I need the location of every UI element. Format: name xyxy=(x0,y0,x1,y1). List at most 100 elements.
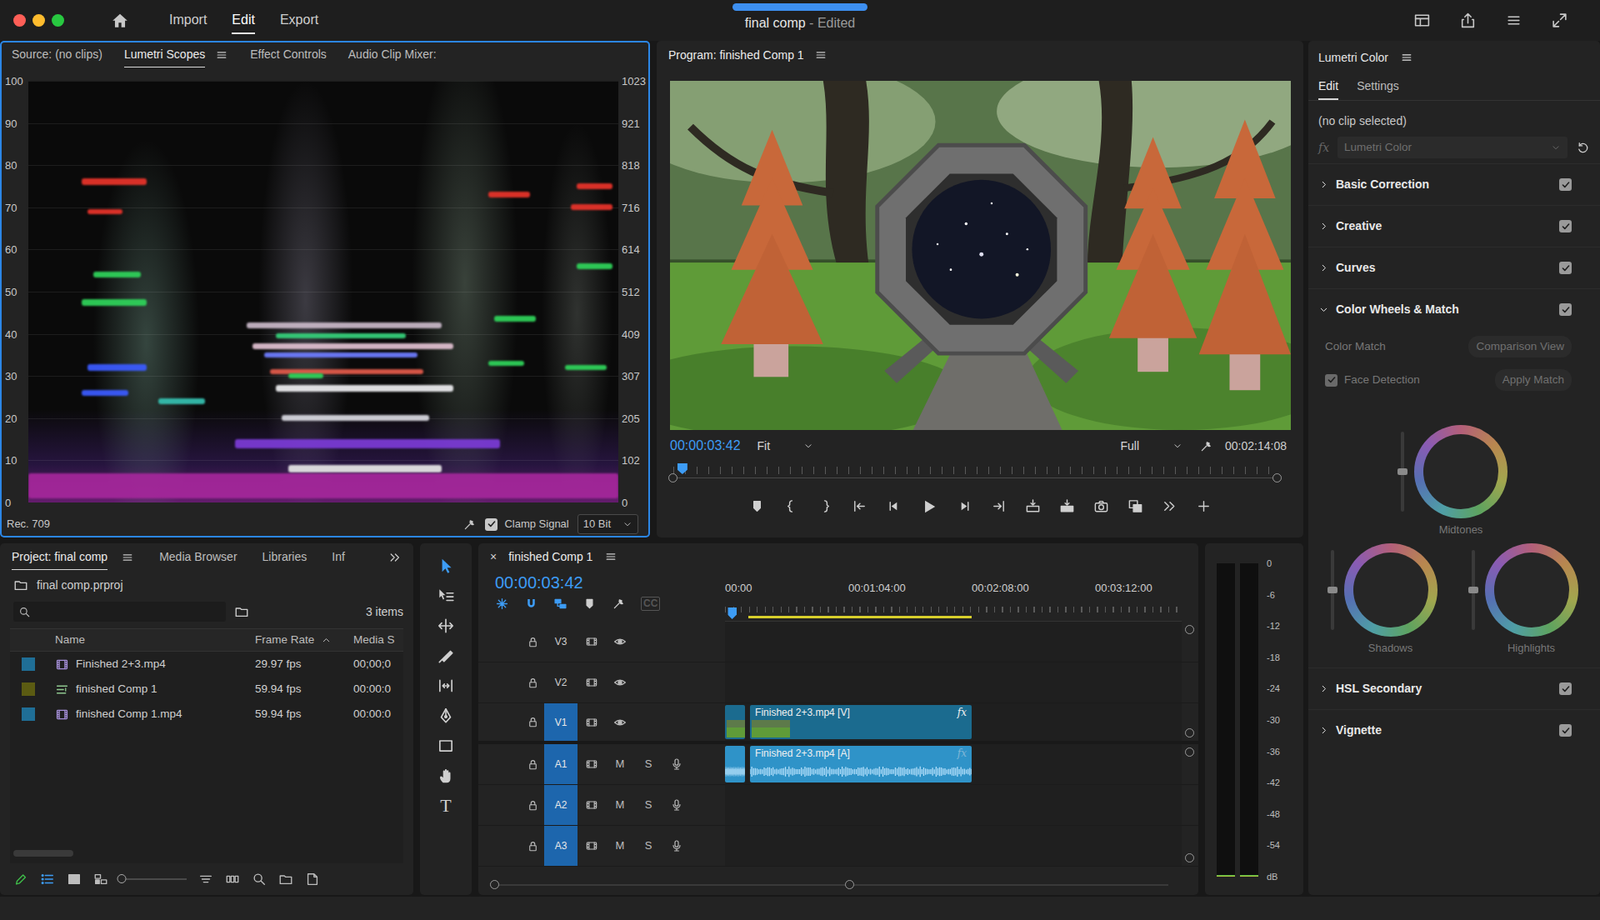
project-item-row[interactable]: finished Comp 159.94 fps00:00:0 xyxy=(10,676,404,702)
panel-layout-icon[interactable] xyxy=(1413,11,1431,30)
lumetri-section-header[interactable]: Color Wheels & Match xyxy=(1308,288,1600,330)
new-item-icon[interactable] xyxy=(305,871,320,887)
hand-tool-icon[interactable] xyxy=(436,766,455,785)
add-marker-icon[interactable] xyxy=(749,498,765,515)
lumetri-section-header[interactable]: Curves xyxy=(1308,246,1600,289)
track-target[interactable]: V1 xyxy=(544,703,578,741)
color-wheel[interactable] xyxy=(1485,543,1579,637)
timeline-timecode[interactable]: 00:00:03:42 xyxy=(478,570,725,592)
scroll-handle[interactable] xyxy=(1185,625,1195,635)
track-target[interactable]: A1 xyxy=(544,744,578,785)
nest-toggle[interactable] xyxy=(495,596,510,611)
zoom-handle[interactable] xyxy=(668,473,678,483)
panel-menu-icon[interactable] xyxy=(604,550,618,564)
lock-icon[interactable] xyxy=(526,840,540,853)
export-frame-icon[interactable] xyxy=(1093,498,1110,515)
magnet-icon[interactable] xyxy=(524,596,539,611)
sync-lock-icon[interactable] xyxy=(585,757,599,771)
chevron-right-icon[interactable] xyxy=(1318,262,1330,274)
playhead-timecode[interactable]: 00:00:03:42 xyxy=(670,435,741,456)
workspace-tab[interactable]: Import xyxy=(169,7,207,35)
ripple-tool-icon[interactable] xyxy=(436,616,455,635)
section-enable-checkbox[interactable] xyxy=(1559,178,1572,191)
clamp-signal-checkbox[interactable]: Clamp Signal xyxy=(485,515,569,533)
freeform-view-icon[interactable] xyxy=(93,871,109,887)
wheel-slider-track[interactable] xyxy=(1330,550,1335,630)
home-icon[interactable] xyxy=(110,11,130,30)
scroll-handle[interactable] xyxy=(1185,728,1195,738)
track-target[interactable]: A3 xyxy=(544,825,578,866)
bit-depth-dropdown[interactable]: 10 Bit xyxy=(577,514,639,535)
track-select-tool[interactable] xyxy=(436,586,455,605)
voiceover-cell[interactable] xyxy=(662,839,691,853)
play-icon[interactable] xyxy=(920,497,939,516)
track-target[interactable]: A2 xyxy=(544,785,578,825)
automate-to-sequence-icon[interactable] xyxy=(225,871,240,887)
chevron-down-icon[interactable] xyxy=(1318,304,1330,315)
slider-thumb[interactable] xyxy=(117,874,127,884)
project-item-row[interactable]: Finished 2+3.mp429.97 fps00;00;0 xyxy=(10,651,404,677)
workspace-tab[interactable]: Edit xyxy=(231,7,255,35)
section-enable-checkbox[interactable] xyxy=(1559,303,1572,316)
chevron-right-icon[interactable] xyxy=(1318,725,1330,736)
rectangle-tool-icon[interactable] xyxy=(436,736,455,755)
sync-lock-cell[interactable] xyxy=(577,839,606,853)
new-bin-icon[interactable] xyxy=(278,871,294,887)
eye-icon[interactable] xyxy=(613,675,627,690)
audio-clip[interactable] xyxy=(725,745,745,783)
extract-icon[interactable] xyxy=(1059,498,1075,515)
step-forward-icon[interactable] xyxy=(956,498,973,515)
captions-button[interactable]: CC xyxy=(640,596,660,610)
lock-icon[interactable] xyxy=(526,758,540,771)
lumetri-tab[interactable]: Settings xyxy=(1356,74,1400,100)
solo-button[interactable]: S xyxy=(645,796,653,814)
lock-icon[interactable] xyxy=(526,799,540,812)
mute-cell[interactable]: M xyxy=(605,837,635,855)
playhead[interactable] xyxy=(727,607,737,620)
share-icon[interactable] xyxy=(1459,11,1477,30)
visibility-cell[interactable] xyxy=(605,715,635,730)
visibility-cell[interactable] xyxy=(605,635,635,649)
mark-out-icon[interactable] xyxy=(817,498,834,515)
section-enable-checkbox[interactable] xyxy=(1559,220,1572,233)
panel-tab[interactable]: Lumetri Scopes xyxy=(124,42,205,68)
monitor-time-ruler[interactable] xyxy=(663,461,1287,484)
razor-tool-icon[interactable] xyxy=(436,646,455,665)
section-enable-checkbox[interactable] xyxy=(1559,261,1572,275)
close-button[interactable] xyxy=(13,14,26,27)
scrollbar-thumb[interactable] xyxy=(13,850,74,857)
quick-menu-icon[interactable] xyxy=(1505,11,1523,30)
selection-tool-icon[interactable] xyxy=(436,556,455,575)
eye-icon[interactable] xyxy=(613,715,627,730)
ripple-tool[interactable] xyxy=(436,616,455,635)
audio-clip[interactable]: Finished 2+3.mp4 [A]fx xyxy=(750,745,972,783)
go-to-out-icon[interactable] xyxy=(990,498,1007,515)
slip-tool-icon[interactable] xyxy=(436,676,455,695)
sync-lock-cell[interactable] xyxy=(577,715,606,730)
more-buttons-icon[interactable] xyxy=(1161,498,1178,515)
scroll-handle[interactable] xyxy=(1185,747,1195,757)
solo-cell[interactable]: S xyxy=(634,837,663,855)
panel-tab[interactable]: Media Browser xyxy=(159,545,237,570)
work-area-bar[interactable] xyxy=(748,615,972,619)
track-target[interactable]: V3 xyxy=(544,621,578,662)
section-enable-checkbox[interactable] xyxy=(1559,682,1572,695)
column-header[interactable]: Name xyxy=(51,631,252,649)
chevron-right-icon[interactable] xyxy=(1318,220,1330,232)
panel-menu-icon[interactable] xyxy=(120,550,135,565)
track-target[interactable]: V2 xyxy=(544,662,578,703)
pen-tool-icon[interactable] xyxy=(436,706,455,725)
mark-in-icon[interactable] xyxy=(783,498,800,515)
rectangle-tool[interactable] xyxy=(436,736,455,755)
slip-tool[interactable] xyxy=(436,676,455,695)
panel-tab[interactable]: Inf xyxy=(331,545,345,570)
timeline-tab[interactable]: ×finished Comp 1 xyxy=(478,543,1199,570)
solo-button[interactable]: S xyxy=(645,837,653,855)
zoom-handle[interactable] xyxy=(1272,473,1282,483)
panel-menu-icon[interactable] xyxy=(814,48,828,62)
sync-lock-cell[interactable] xyxy=(577,635,606,649)
sync-lock-cell[interactable] xyxy=(577,798,606,812)
lock-icon[interactable] xyxy=(526,635,540,649)
voiceover-cell[interactable] xyxy=(662,757,691,771)
microphone-icon[interactable] xyxy=(670,798,684,812)
